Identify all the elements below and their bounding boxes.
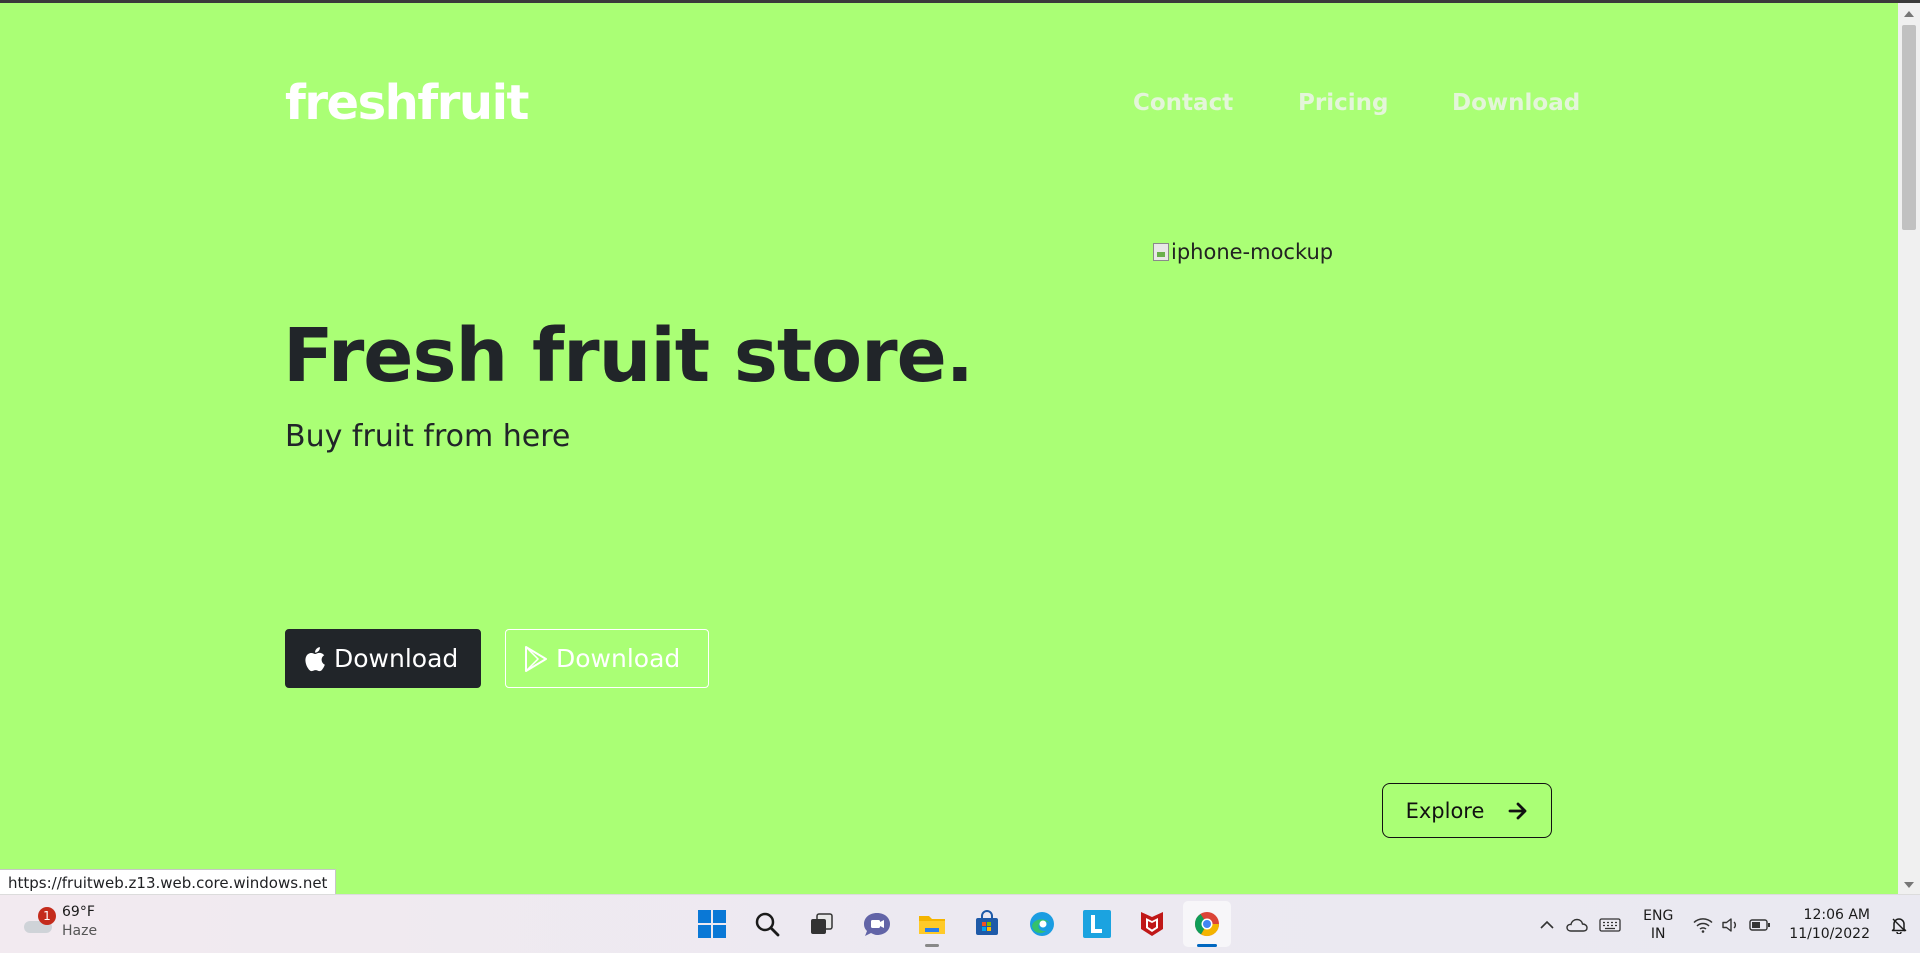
search-icon[interactable] (743, 901, 791, 947)
scroll-thumb[interactable] (1902, 25, 1916, 230)
windows-taskbar: 1 69°F Haze ENG IN 12:06 AM 11/10/2022 (0, 894, 1920, 953)
show-hidden-icons-chevron-up-icon[interactable] (1533, 920, 1561, 930)
explore-label: Explore (1405, 798, 1485, 823)
weather-temperature: 69°F (62, 904, 95, 920)
onedrive-cloud-icon[interactable] (1561, 918, 1593, 932)
app-store-download-label: Download (334, 644, 459, 673)
edge-icon[interactable] (1018, 901, 1066, 947)
weather-notification-badge: 1 (38, 907, 56, 925)
app-store-download-button[interactable]: Download (285, 629, 481, 688)
file-explorer-icon[interactable] (908, 901, 956, 947)
clock-date[interactable]: 12:06 AM 11/10/2022 (1789, 906, 1870, 944)
site-logo[interactable]: freshfruit (285, 75, 529, 131)
volume-icon[interactable] (1717, 917, 1745, 933)
arrow-right-icon (1509, 802, 1527, 819)
language-code: ENG (1643, 907, 1674, 924)
page-viewport: freshfruit Contact Pricing Download ipho… (0, 3, 1898, 894)
mcafee-icon[interactable] (1128, 901, 1176, 947)
scroll-up-arrow-icon[interactable] (1904, 11, 1914, 17)
hero-title: Fresh fruit store. (283, 313, 974, 399)
touch-keyboard-icon[interactable] (1593, 917, 1627, 932)
scroll-down-arrow-icon[interactable] (1904, 882, 1914, 888)
google-play-download-button[interactable]: Download (505, 629, 709, 688)
haze-weather-icon: 1 (20, 907, 56, 937)
wifi-icon[interactable] (1689, 917, 1717, 933)
iphone-mockup-image: iphone-mockup (1153, 240, 1333, 264)
nav-pricing-link[interactable]: Pricing (1298, 90, 1388, 116)
apple-icon (305, 646, 325, 671)
battery-icon[interactable] (1745, 918, 1775, 931)
microsoft-store-icon[interactable] (963, 901, 1011, 947)
l-app-icon[interactable] (1073, 901, 1121, 947)
task-view-icon[interactable] (798, 901, 846, 947)
system-tray: ENG IN 12:06 AM 11/10/2022 (1533, 895, 1920, 953)
google-play-download-label: Download (556, 644, 681, 673)
explore-button[interactable]: Explore (1382, 783, 1552, 838)
weather-condition: Haze (62, 923, 98, 939)
weather-widget[interactable]: 1 69°F Haze (20, 903, 97, 941)
input-language-indicator[interactable]: ENG IN (1643, 907, 1673, 943)
hero-subtitle: Buy fruit from here (285, 419, 571, 454)
clock-date-text: 11/10/2022 (1789, 925, 1870, 942)
region-code: IN (1650, 925, 1666, 942)
broken-image-icon (1153, 243, 1169, 261)
page-scrollbar[interactable] (1898, 3, 1920, 894)
clock-time: 12:06 AM (1803, 906, 1870, 923)
nav-download-link[interactable]: Download (1452, 90, 1580, 116)
nav-contact-link[interactable]: Contact (1133, 90, 1233, 116)
start-icon[interactable] (688, 901, 736, 947)
google-play-icon (525, 645, 547, 672)
mockup-alt-text: iphone-mockup (1171, 240, 1334, 264)
notifications-bell-icon[interactable] (1884, 916, 1914, 934)
link-status-url: https://fruitweb.z13.web.core.windows.ne… (0, 869, 337, 894)
taskbar-app-icons (688, 901, 1231, 947)
teams-chat-icon[interactable] (853, 901, 901, 947)
chrome-icon[interactable] (1183, 901, 1231, 947)
